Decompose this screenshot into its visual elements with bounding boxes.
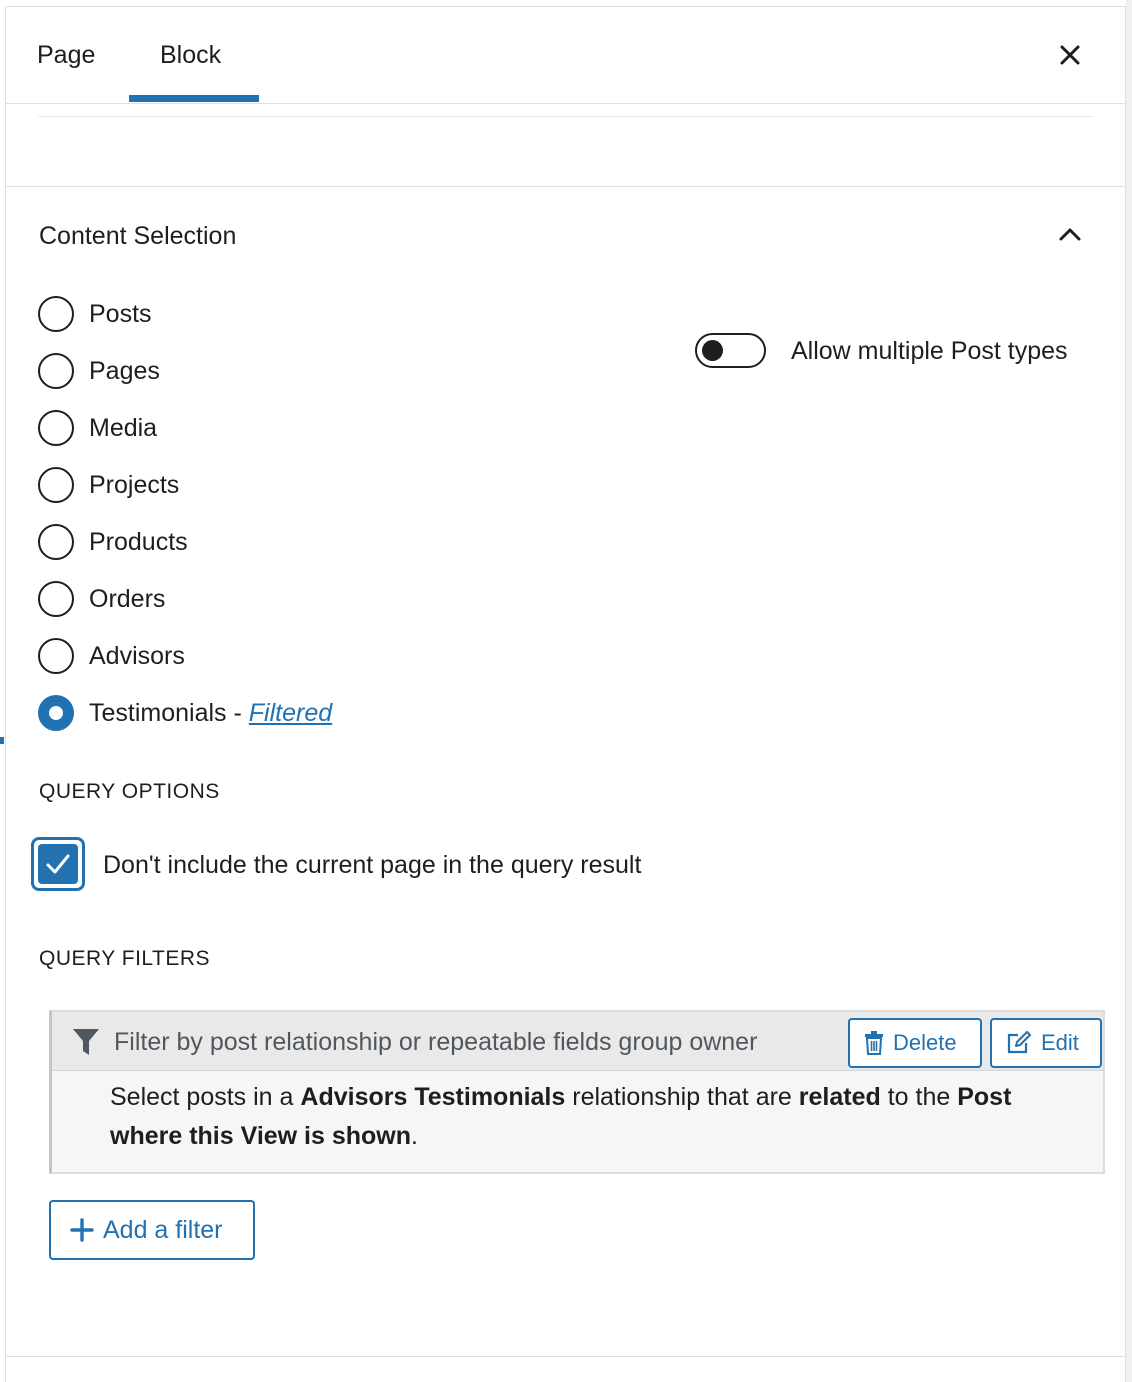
checkmark-icon [46, 854, 70, 874]
radio-button[interactable] [38, 467, 74, 503]
radio-label: Testimonials - Filtered [89, 699, 332, 728]
radio-orders[interactable]: Orders [38, 579, 165, 619]
delete-filter-button[interactable]: Delete [848, 1018, 982, 1068]
exclude-current-checkbox[interactable] [31, 837, 85, 891]
query-options-heading: QUERY OPTIONS [39, 780, 220, 803]
radio-label: Pages [89, 356, 160, 385]
radio-projects[interactable]: Projects [38, 465, 179, 505]
radio-label-text: Testimonials [89, 698, 227, 727]
radio-label: Products [89, 527, 188, 556]
collapse-section-button[interactable] [1052, 217, 1088, 253]
focus-marker [0, 737, 4, 744]
panel-divider [6, 186, 1125, 187]
radio-button[interactable] [38, 296, 74, 332]
divider [38, 116, 1094, 117]
filter-card-header: Filter by post relationship or repeatabl… [52, 1012, 1103, 1071]
add-filter-button[interactable]: Add a filter [49, 1200, 255, 1260]
radio-pages[interactable]: Pages [38, 351, 160, 391]
panel-divider [6, 1356, 1125, 1357]
radio-advisors[interactable]: Advisors [38, 636, 185, 676]
chevron-up-icon [1059, 228, 1081, 241]
radio-label: Projects [89, 470, 180, 499]
window-edge [1126, 0, 1132, 1382]
radio-button[interactable] [38, 581, 74, 617]
radio-media[interactable]: Media [38, 408, 157, 448]
close-icon [1060, 45, 1080, 65]
section-title: Content Selection [39, 222, 237, 250]
toggle-knob [702, 340, 723, 361]
desc-text: . [411, 1122, 418, 1150]
tab-page[interactable]: Page [37, 41, 95, 70]
radio-posts[interactable]: Posts [38, 294, 152, 334]
toggle-label: Allow multiple Post types [791, 337, 1068, 365]
desc-text: Select posts in a [110, 1083, 301, 1111]
query-filters-heading: QUERY FILTERS [39, 947, 211, 970]
add-filter-label: Add a filter [103, 1215, 223, 1244]
edit-icon [1007, 1031, 1031, 1054]
radio-button[interactable] [38, 410, 74, 446]
plus-icon [70, 1218, 94, 1242]
radio-label: Orders [89, 584, 166, 613]
checkbox-fill [38, 844, 78, 884]
allow-multiple-toggle[interactable] [695, 333, 766, 368]
sidebar-tabs: Page Block [6, 7, 1125, 104]
tab-block[interactable]: Block [160, 41, 221, 70]
block-settings-sidebar: Page Block Content Selection Posts Pages… [5, 6, 1126, 1382]
radio-label: Posts [89, 299, 152, 328]
close-sidebar-button[interactable] [1052, 37, 1088, 73]
filter-card: Filter by post relationship or repeatabl… [49, 1010, 1105, 1174]
edit-filter-button[interactable]: Edit [990, 1018, 1102, 1068]
radio-button[interactable] [38, 638, 74, 674]
radio-label: Advisors [89, 641, 185, 670]
funnel-icon [73, 1029, 99, 1055]
radio-label: Media [89, 413, 158, 442]
radio-testimonials[interactable]: Testimonials - Filtered [38, 693, 332, 733]
edit-label: Edit [1041, 1030, 1079, 1055]
filter-description: Select posts in a Advisors Testimonials … [110, 1078, 1070, 1156]
desc-text: relationship that are [565, 1083, 799, 1111]
radio-button[interactable] [38, 353, 74, 389]
label-separator: - [226, 698, 249, 727]
desc-relationship: Advisors Testimonials [300, 1083, 566, 1111]
radio-button[interactable] [38, 524, 74, 560]
filter-title: Filter by post relationship or repeatabl… [114, 1028, 758, 1056]
radio-products[interactable]: Products [38, 522, 188, 562]
radio-button-selected[interactable] [38, 695, 74, 731]
exclude-current-label: Don't include the current page in the qu… [103, 851, 642, 879]
filtered-link[interactable]: Filtered [249, 699, 332, 727]
delete-label: Delete [893, 1030, 957, 1055]
desc-related: related [798, 1083, 881, 1111]
trash-icon [865, 1031, 883, 1055]
active-tab-indicator [129, 95, 259, 102]
desc-text: to the [880, 1083, 958, 1111]
